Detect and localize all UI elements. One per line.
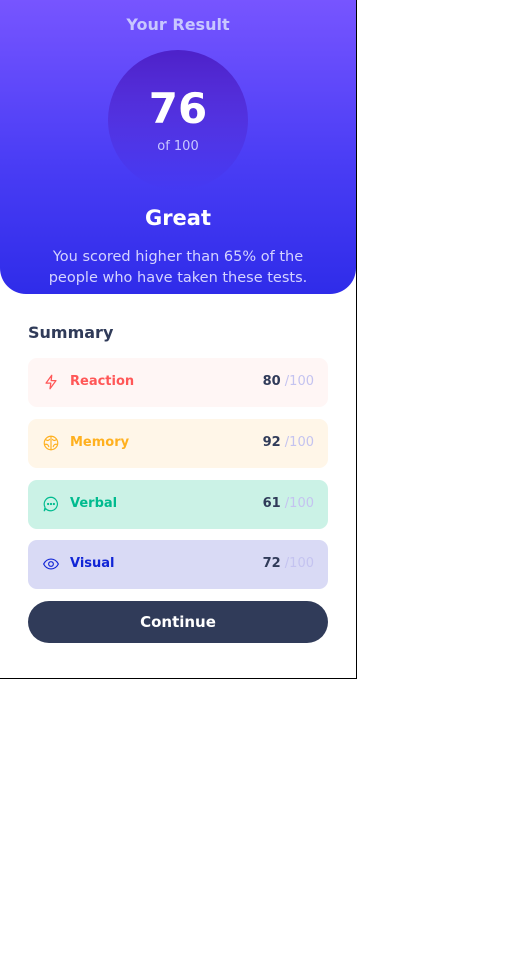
- summary-item-label: Visual: [70, 556, 115, 571]
- summary-item-score: 72 /100: [263, 554, 314, 574]
- summary-item-label: Memory: [70, 435, 130, 450]
- rating-label: Great: [144, 206, 212, 230]
- score-value: 76: [148, 84, 208, 133]
- summary-item-memory: Memory 92 /100: [28, 419, 328, 468]
- summary-item-score: 80 /100: [263, 372, 314, 392]
- score-max: /100: [284, 556, 314, 571]
- summary-item-visual: Visual 72 /100: [28, 540, 328, 589]
- score-max: /100: [284, 374, 314, 389]
- score-max: /100: [284, 435, 314, 450]
- summary-item-label: Verbal: [70, 496, 118, 511]
- score-circle: 76 of 100: [108, 50, 248, 190]
- result-description: You scored higher than 65% of the people…: [48, 249, 308, 286]
- result-title: Your Result: [126, 15, 230, 34]
- score-number: 80: [262, 374, 281, 389]
- score-number: 72: [262, 556, 281, 571]
- chat-bubble-icon: [42, 495, 60, 513]
- eye-icon: [42, 555, 60, 573]
- summary-item-reaction: Reaction 80 /100: [28, 358, 328, 407]
- summary-item-score: 92 /100: [263, 433, 314, 453]
- summary-item-label: Reaction: [70, 374, 135, 389]
- score-number: 92: [262, 435, 281, 450]
- score-number: 61: [262, 496, 281, 511]
- brain-icon: [42, 434, 60, 452]
- summary-item-verbal: Verbal 61 /100: [28, 480, 328, 529]
- results-card: Your Result 76 of 100 Great You scored h…: [0, 0, 357, 679]
- continue-button[interactable]: Continue: [28, 601, 328, 643]
- summary-item-score: 61 /100: [263, 494, 314, 514]
- score-max: of 100: [157, 139, 199, 154]
- result-panel: Your Result 76 of 100 Great You scored h…: [0, 0, 356, 294]
- score-max: /100: [284, 496, 314, 511]
- summary-title: Summary: [28, 323, 114, 342]
- lightning-icon: [42, 373, 60, 391]
